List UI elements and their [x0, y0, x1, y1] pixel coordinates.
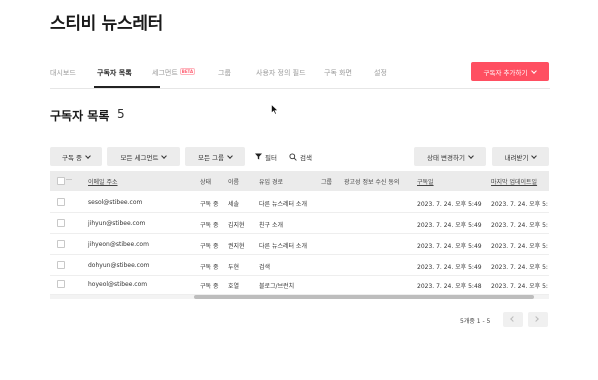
cell-status: 구독 중 — [200, 283, 219, 290]
cell-email: hoyeol@stibee.com — [88, 281, 148, 288]
row-checkbox[interactable] — [57, 240, 65, 248]
tab-group[interactable]: 그룹 — [218, 68, 231, 78]
filter-icon — [255, 153, 262, 160]
cell-email: sesol@stibee.com — [88, 199, 143, 206]
tab-dashboard[interactable]: 대시보드 — [50, 68, 76, 78]
cell-subscribed-date: 2023. 7. 24. 오후 5:49 — [417, 201, 482, 208]
select-all-checkbox[interactable] — [57, 177, 65, 185]
cell-last-updated: 2023. 7. 24. 오후 5: — [491, 222, 548, 229]
cell-status: 구독 중 — [200, 201, 219, 208]
cell-status: 구독 중 — [200, 243, 219, 250]
cell-subscribed-date: 2023. 7. 24. 오후 5:49 — [417, 222, 482, 229]
search-icon — [289, 152, 297, 161]
chevron-down-icon — [85, 152, 91, 159]
change-status-button[interactable]: 상태 변경하기 — [414, 147, 486, 166]
cell-name: 김지현 — [228, 222, 245, 229]
status-filter-label: 구독 중 — [61, 153, 82, 162]
search-button[interactable]: 검색 — [289, 147, 312, 166]
horizontal-scrollbar[interactable] — [194, 295, 534, 299]
download-button[interactable]: 내려받기 — [492, 147, 549, 166]
tab-settings[interactable]: 설정 — [374, 68, 387, 78]
tab-subscribe-screen[interactable]: 구독 화면 — [324, 68, 352, 78]
row-checkbox[interactable] — [57, 280, 65, 288]
row-checkbox[interactable] — [57, 261, 65, 269]
cell-subscribed-date: 2023. 7. 24. 오후 5:48 — [417, 283, 482, 290]
table-row[interactable]: jihyun@stibee.com 구독 중 김지현 친구 소개 2023. 7… — [50, 213, 549, 234]
cell-status: 구독 중 — [200, 222, 219, 229]
chevron-down-icon — [161, 152, 168, 159]
cell-name: 호열 — [228, 283, 240, 290]
chevron-right-icon — [533, 316, 539, 322]
table-header: 이메일 주소 상태 이름 유입 경로 그룹 광고성 정보 수신 동의 구독일 마… — [50, 171, 549, 191]
table-row[interactable]: dohyun@stibee.com 구독 중 두현 검색 2023. 7. 24… — [50, 255, 549, 276]
cell-source: 친구 소개 — [259, 222, 283, 229]
cell-email: jihyeon@stibee.com — [88, 241, 149, 248]
add-subscriber-label: 구독자 추가하기 — [483, 68, 528, 77]
cell-subscribed-date: 2023. 7. 24. 오후 5:49 — [417, 264, 482, 271]
cell-email: dohyun@stibee.com — [88, 262, 150, 269]
chevron-left-icon — [510, 316, 516, 322]
table-row[interactable]: sesol@stibee.com 구독 중 세솔 다른 뉴스레터 소개 2023… — [50, 192, 549, 213]
cell-last-updated: 2023. 7. 24. 오후 5: — [491, 243, 548, 250]
cell-status: 구독 중 — [200, 264, 219, 271]
chevron-down-icon — [531, 152, 538, 159]
table-row[interactable]: hoyeol@stibee.com 구독 중 호열 블로그/브런치 2023. … — [50, 274, 549, 295]
table-row[interactable]: jihyeon@stibee.com 구독 중 권지현 다른 뉴스레터 소개 2… — [50, 234, 549, 255]
column-group: 그룹 — [321, 179, 333, 186]
group-filter-dropdown[interactable]: 모든 그룹 — [185, 147, 245, 166]
tab-custom-fields[interactable]: 사용자 정의 필드 — [256, 68, 306, 78]
subscriber-count: 5 — [117, 107, 125, 121]
row-checkbox[interactable] — [57, 198, 65, 206]
column-email[interactable]: 이메일 주소 — [88, 177, 118, 186]
group-filter-label: 모든 그룹 — [198, 153, 224, 162]
tabs-divider — [50, 88, 550, 89]
next-page-button[interactable] — [528, 312, 548, 327]
add-subscriber-button[interactable]: 구독자 추가하기 — [471, 62, 549, 81]
download-label: 내려받기 — [504, 153, 529, 162]
beta-badge: BETA — [179, 68, 196, 75]
cell-source: 다른 뉴스레터 소개 — [259, 243, 307, 250]
cell-source: 다른 뉴스레터 소개 — [259, 201, 307, 208]
tab-segment[interactable]: 세그먼트 BETA — [152, 68, 196, 78]
search-label: 검색 — [300, 153, 312, 162]
cell-source: 검색 — [259, 264, 271, 271]
row-checkbox[interactable] — [57, 219, 65, 227]
filter-label: 필터 — [265, 153, 277, 162]
tab-segment-label: 세그먼트 — [152, 69, 178, 77]
list-title: 구독자 목록 — [50, 109, 110, 123]
column-name: 이름 — [228, 179, 240, 186]
cell-name: 세솔 — [228, 201, 240, 208]
mouse-cursor-icon — [271, 104, 279, 115]
column-source: 유입 경로 — [259, 179, 283, 186]
cell-last-updated: 2023. 7. 24. 오후 5: — [491, 264, 548, 271]
cell-source: 블로그/브런치 — [259, 283, 295, 290]
pagination-label: 5개중 1 - 5 — [460, 318, 491, 325]
segment-filter-dropdown[interactable]: 모든 세그먼트 — [107, 147, 180, 166]
column-status: 상태 — [200, 179, 212, 186]
filter-button[interactable]: 필터 — [255, 147, 277, 166]
chevron-down-icon — [531, 67, 538, 74]
column-last-updated[interactable]: 마지막 업데이트일 — [491, 177, 537, 186]
header-divider — [66, 179, 72, 180]
subscriber-table: 이메일 주소 상태 이름 유입 경로 그룹 광고성 정보 수신 동의 구독일 마… — [50, 171, 549, 300]
cell-email: jihyun@stibee.com — [88, 220, 146, 227]
cell-name: 두현 — [228, 264, 240, 271]
cell-name: 권지현 — [228, 243, 245, 250]
column-ad-consent: 광고성 정보 수신 동의 — [344, 179, 400, 186]
tab-subscriber-list[interactable]: 구독자 목록 — [97, 68, 132, 78]
change-status-label: 상태 변경하기 — [427, 153, 465, 162]
prev-page-button[interactable] — [503, 312, 523, 327]
cell-last-updated: 2023. 7. 24. 오후 5: — [491, 201, 548, 208]
column-subscribed-date[interactable]: 구독일 — [417, 177, 434, 186]
status-filter-dropdown[interactable]: 구독 중 — [50, 147, 102, 166]
cell-last-updated: 2023. 7. 24. 오후 5: — [491, 283, 548, 290]
cell-subscribed-date: 2023. 7. 24. 오후 5:49 — [417, 243, 482, 250]
chevron-down-icon — [227, 152, 233, 159]
chevron-down-icon — [468, 152, 474, 159]
app-title: 스티비 뉴스레터 — [50, 14, 163, 34]
segment-filter-label: 모든 세그먼트 — [120, 153, 159, 162]
